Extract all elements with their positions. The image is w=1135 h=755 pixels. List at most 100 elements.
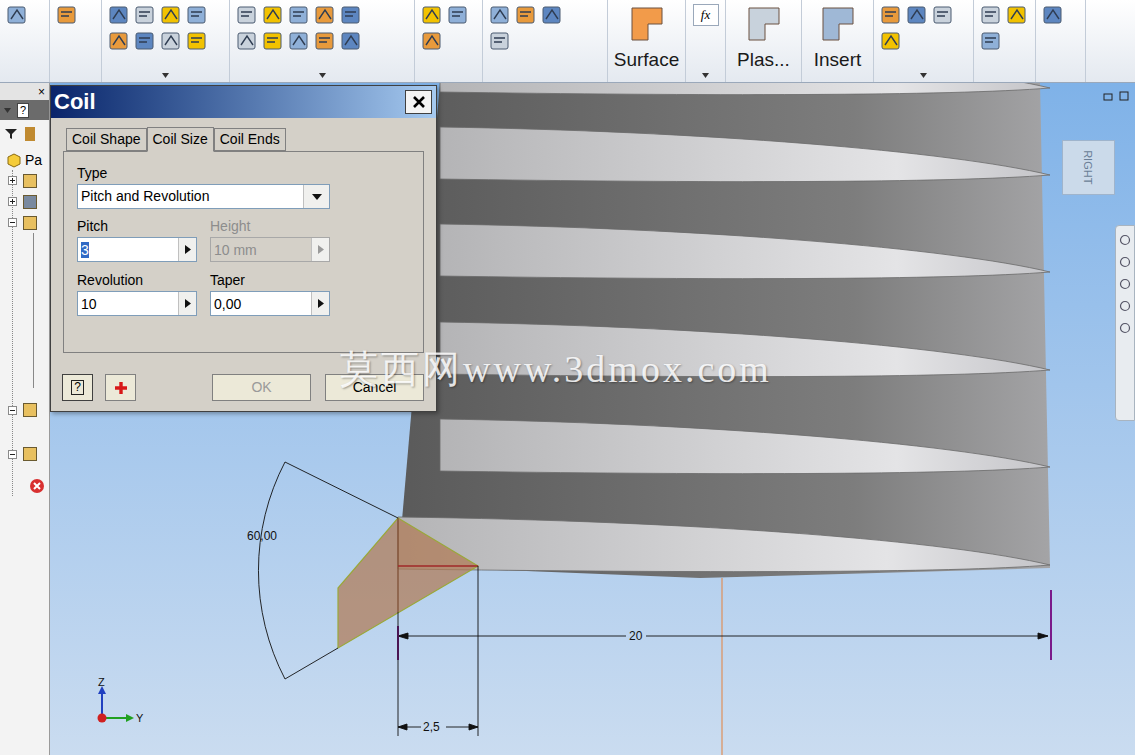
tool-icon[interactable]	[160, 4, 182, 26]
width-dimension[interactable]	[398, 566, 478, 736]
tool-icon[interactable]	[262, 4, 284, 26]
value-menu-button[interactable]	[311, 292, 329, 315]
help-button[interactable]: ?	[62, 374, 93, 401]
value-input[interactable]: 10	[77, 291, 197, 316]
tab[interactable]: Coil Shape	[66, 128, 147, 151]
value-menu-button[interactable]	[178, 238, 196, 261]
view-cube[interactable]: RIGHT	[1062, 140, 1115, 195]
angle-dimension[interactable]	[258, 462, 398, 679]
nav-tool-icon[interactable]	[1119, 278, 1131, 290]
tool-icon[interactable]	[447, 4, 469, 26]
navigation-bar	[1115, 225, 1135, 421]
large-ribbon-button[interactable]: Surface	[608, 0, 686, 82]
tool-icon[interactable]	[160, 30, 182, 52]
thread-fin	[398, 517, 1050, 572]
dropdown-arrow-icon	[312, 194, 322, 200]
tab[interactable]: Coil Size	[147, 127, 214, 152]
value-menu-button[interactable]	[178, 292, 196, 315]
dropdown-arrow-icon[interactable]	[702, 73, 709, 78]
browser-node[interactable]	[8, 212, 49, 233]
svg-text:Y: Y	[136, 712, 144, 724]
browser-node[interactable]	[8, 388, 49, 432]
tool-icon[interactable]	[186, 4, 208, 26]
expand-icon[interactable]	[8, 197, 17, 206]
coil-field: Pitch3	[77, 217, 197, 262]
tool-icon[interactable]	[906, 4, 928, 26]
tool-icon[interactable]	[489, 30, 511, 52]
close-icon[interactable]	[1119, 91, 1129, 101]
tool-icon[interactable]	[108, 4, 130, 26]
nav-tool-icon[interactable]	[1119, 256, 1131, 268]
feature-icon	[23, 447, 37, 461]
browser-node[interactable]	[8, 432, 49, 476]
tool-icon[interactable]	[314, 4, 336, 26]
tool-icon[interactable]	[932, 4, 954, 26]
tool-icon[interactable]	[980, 4, 1002, 26]
value-menu-button	[311, 238, 329, 261]
value-input[interactable]: 3	[77, 237, 197, 262]
group-bar	[50, 69, 101, 82]
tool-icon[interactable]	[134, 4, 156, 26]
tool-icon[interactable]	[134, 30, 156, 52]
browser-root-item[interactable]: Pa	[25, 153, 42, 167]
feature-icon	[23, 216, 37, 230]
large-ribbon-button[interactable]: Plas...	[726, 0, 802, 82]
tool-icon[interactable]	[236, 30, 258, 52]
browser-help[interactable]: ?	[17, 103, 29, 118]
tool-icon[interactable]	[1006, 4, 1028, 26]
browser-node[interactable]	[8, 191, 49, 212]
browser-node[interactable]	[8, 170, 49, 191]
tool-icon[interactable]	[262, 30, 284, 52]
dropdown-arrow-icon[interactable]	[162, 73, 169, 78]
tool-icon[interactable]	[108, 30, 130, 52]
nav-tool-icon[interactable]	[1119, 300, 1131, 312]
expand-icon[interactable]	[8, 176, 17, 185]
group-bar	[102, 69, 229, 82]
tool-icon[interactable]	[880, 30, 902, 52]
collapse-icon[interactable]	[8, 406, 17, 415]
close-button[interactable]	[405, 90, 432, 114]
tool-icon[interactable]	[515, 4, 537, 26]
tool-icon[interactable]	[288, 30, 310, 52]
dropdown-arrow-icon[interactable]	[920, 73, 927, 78]
tool-icon[interactable]	[340, 4, 362, 26]
filter-icon[interactable]	[5, 128, 17, 140]
browser-close[interactable]: ×	[38, 86, 45, 98]
tool-icon[interactable]	[1042, 4, 1064, 26]
fx-button[interactable]: fx	[693, 4, 719, 26]
dropdown-arrow-icon[interactable]	[4, 108, 11, 113]
thread-fin	[440, 419, 1050, 474]
group-bar	[1036, 69, 1085, 82]
cancel-button[interactable]: Cancel	[325, 374, 424, 401]
tool-icon[interactable]	[56, 4, 78, 26]
tab[interactable]: Coil Ends	[214, 128, 286, 151]
add-button[interactable]	[105, 374, 136, 401]
dropdown-arrow-icon[interactable]	[319, 73, 326, 78]
length-dimension[interactable]	[398, 633, 1048, 639]
tool-icon[interactable]	[489, 4, 511, 26]
nav-tool-icon[interactable]	[1119, 234, 1131, 246]
thread-profile[interactable]	[338, 518, 478, 648]
tool-icon[interactable]	[340, 30, 362, 52]
value-input[interactable]: 0,00	[210, 291, 330, 316]
collapse-icon[interactable]	[8, 218, 17, 227]
thread-fin	[440, 127, 1050, 182]
nav-tool-icon[interactable]	[1119, 322, 1131, 334]
restore-icon[interactable]	[1103, 91, 1113, 101]
tool-icon[interactable]	[6, 4, 28, 26]
type-dropdown[interactable]: Pitch and Revolution	[77, 184, 330, 209]
tool-icon[interactable]	[880, 4, 902, 26]
title-bar[interactable]: Coil	[51, 86, 436, 118]
ribbon-group	[102, 0, 230, 82]
large-ribbon-button[interactable]: Insert	[802, 0, 874, 82]
tool-icon[interactable]	[314, 30, 336, 52]
tool-icon[interactable]	[980, 30, 1002, 52]
tool-icon[interactable]	[288, 4, 310, 26]
view-icon[interactable]	[25, 127, 35, 141]
tool-icon[interactable]	[541, 4, 563, 26]
tool-icon[interactable]	[186, 30, 208, 52]
tool-icon[interactable]	[236, 4, 258, 26]
collapse-icon[interactable]	[8, 450, 17, 459]
tool-icon[interactable]	[421, 4, 443, 26]
tool-icon[interactable]	[421, 30, 443, 52]
